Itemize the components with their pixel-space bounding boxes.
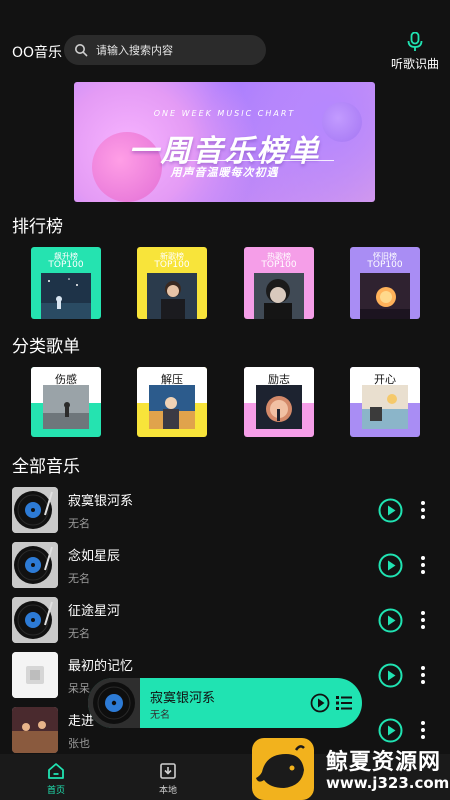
category-card-inspire[interactable]: 励志 — [244, 367, 314, 437]
more-options-icon[interactable] — [418, 555, 428, 575]
voice-label: 听歌识曲 — [390, 57, 439, 71]
search-input[interactable]: 请输入搜索内容 — [64, 35, 266, 65]
rank-top: TOP100 — [48, 260, 84, 270]
more-options-icon[interactable] — [418, 665, 428, 685]
section-title-category: 分类歌单 — [12, 337, 80, 357]
song-title: 最初的记忆 — [68, 659, 134, 674]
playlist-icon[interactable] — [335, 694, 353, 712]
rank-cover-image — [41, 273, 91, 319]
rank-top: TOP100 — [367, 260, 403, 270]
song-row[interactable]: 寂寞银河系 无名 — [0, 487, 450, 537]
vinyl-icon — [12, 487, 58, 533]
song-row[interactable]: 念如星辰 无名 — [0, 542, 450, 592]
song-title: 征途星河 — [68, 604, 121, 619]
song-title: 念如星辰 — [68, 549, 121, 564]
play-icon[interactable] — [378, 553, 403, 578]
microphone-icon — [407, 32, 423, 51]
rank-cover-image — [360, 273, 410, 319]
promo-banner[interactable]: ONE WEEK MUSIC CHART 一周音乐榜单 用声音温暖每次初遇 — [74, 82, 375, 202]
mini-player-artist: 无名 — [150, 710, 170, 721]
cover-art — [12, 707, 58, 753]
vinyl-icon — [88, 678, 140, 728]
category-cover-image — [362, 385, 408, 429]
mini-player-cover — [88, 678, 140, 728]
category-cover-image — [149, 385, 195, 429]
nav-label-local: 本地 — [158, 786, 177, 796]
category-card-happy[interactable]: 开心 — [350, 367, 420, 437]
banner-tagline: 用声音温暖每次初遇 — [170, 166, 279, 179]
watermark-name: 鲸夏资源网 — [326, 750, 442, 775]
search-icon — [75, 44, 88, 57]
category-card-sad[interactable]: 伤感 — [31, 367, 101, 437]
play-icon[interactable] — [378, 663, 403, 688]
cover-art — [12, 652, 58, 698]
song-cover — [12, 707, 58, 753]
banner-subtitle: ONE WEEK MUSIC CHART — [153, 109, 296, 118]
song-artist: 无名 — [68, 517, 90, 530]
song-cover — [12, 652, 58, 698]
voice-recognition-button[interactable]: 听歌识曲 — [390, 32, 440, 72]
rank-cover-image — [254, 273, 304, 319]
vinyl-icon — [12, 597, 58, 643]
rank-top: TOP100 — [154, 260, 190, 270]
vinyl-icon — [12, 542, 58, 588]
banner-divider — [164, 160, 334, 161]
watermark: 鲸夏资源网 www.j323.com — [250, 736, 450, 800]
rank-top: TOP100 — [261, 260, 297, 270]
nav-item-home[interactable]: 首页 — [26, 762, 86, 796]
section-title-all: 全部音乐 — [12, 457, 80, 477]
song-artist: 张也 — [68, 737, 90, 750]
song-cover-vinyl — [12, 542, 58, 588]
category-cover-image — [43, 385, 89, 429]
song-cover-vinyl — [12, 597, 58, 643]
song-artist: 无名 — [68, 572, 90, 585]
rank-cover-image — [147, 273, 197, 319]
category-cover-image — [256, 385, 302, 429]
download-icon — [160, 763, 176, 779]
more-options-icon[interactable] — [418, 500, 428, 520]
section-title-rank: 排行榜 — [12, 217, 63, 237]
category-card-relax[interactable]: 解压 — [137, 367, 207, 437]
nav-item-local[interactable]: 本地 — [138, 762, 198, 796]
play-icon[interactable] — [310, 693, 330, 713]
play-icon[interactable] — [378, 498, 403, 523]
rank-card-classic[interactable]: 怀旧榜 TOP100 — [350, 247, 420, 319]
mini-player-title: 寂寞银河系 — [150, 691, 216, 706]
mini-player[interactable]: 寂寞银河系 无名 — [88, 678, 362, 728]
whale-logo-icon — [252, 738, 314, 800]
rank-card-hot[interactable]: 热歌榜 TOP100 — [244, 247, 314, 319]
play-icon[interactable] — [378, 608, 403, 633]
song-row[interactable]: 征途星河 无名 — [0, 597, 450, 647]
song-title: 寂寞银河系 — [68, 494, 134, 509]
rank-card-soaring[interactable]: 飙升榜 TOP100 — [31, 247, 101, 319]
top-bar: OO音乐 请输入搜索内容 听歌识曲 — [0, 30, 450, 72]
more-options-icon[interactable] — [418, 610, 428, 630]
song-artist: 呆呆 — [68, 682, 90, 695]
nav-label-home: 首页 — [46, 786, 65, 796]
rank-card-new[interactable]: 新歌榜 TOP100 — [137, 247, 207, 319]
song-artist: 无名 — [68, 627, 90, 640]
home-icon — [48, 763, 64, 779]
song-cover-vinyl — [12, 487, 58, 533]
search-placeholder: 请输入搜索内容 — [96, 44, 173, 57]
watermark-url: www.j323.com — [326, 774, 450, 792]
app-title: OO音乐 — [12, 45, 63, 61]
